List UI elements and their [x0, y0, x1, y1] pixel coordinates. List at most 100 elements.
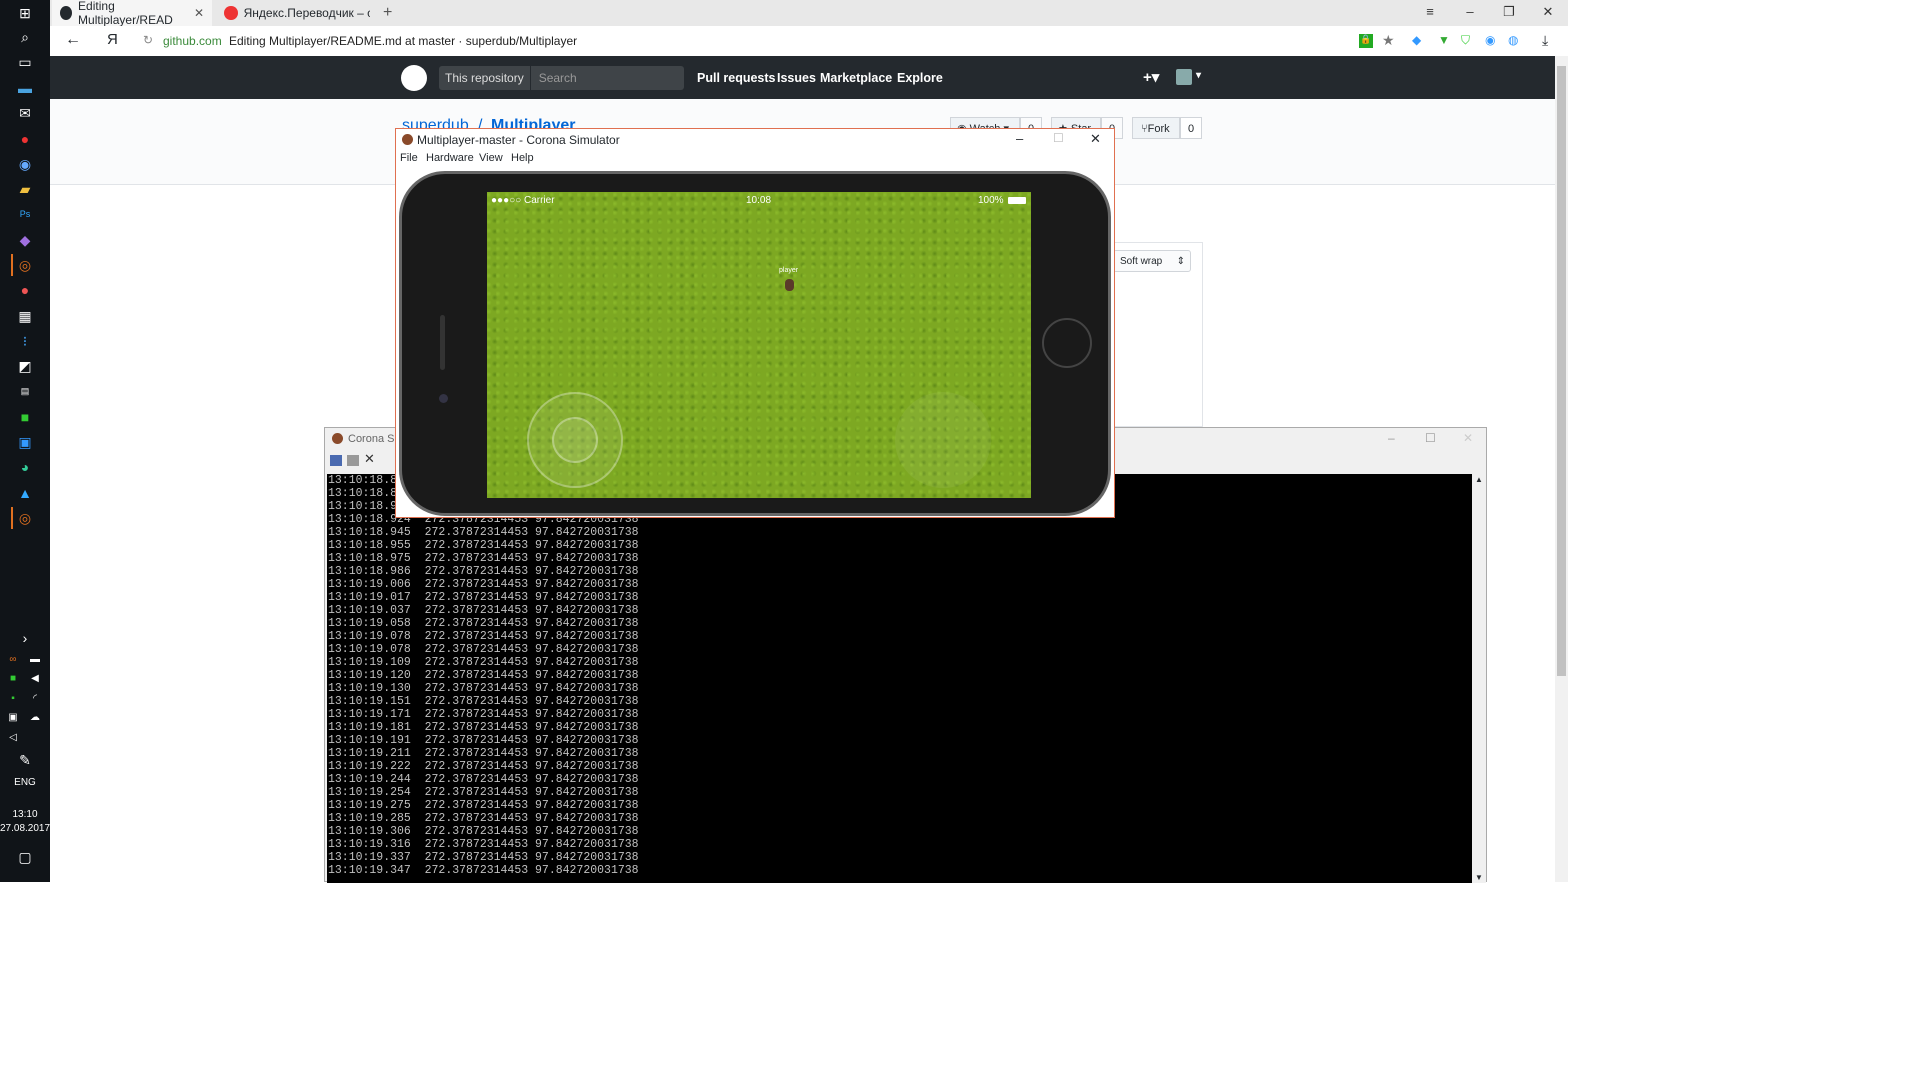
minimize-icon[interactable]: – — [1016, 131, 1023, 146]
extension-icon[interactable]: ◍ — [1508, 33, 1518, 47]
clock-time[interactable]: 13:10 — [0, 809, 50, 820]
tab-github[interactable]: Editing Multiplayer/READ ✕ — [52, 0, 212, 27]
minimize-icon[interactable]: – — [1460, 4, 1480, 19]
search-icon[interactable]: ⌕ — [13, 26, 37, 48]
tab-yandex-translate[interactable]: Яндекс.Переводчик – слов — [216, 0, 378, 26]
menu-hardware[interactable]: Hardware — [426, 152, 474, 164]
select-arrows-icon: ⇕ — [1176, 256, 1185, 267]
url-domain[interactable]: github.com — [163, 34, 222, 48]
extension-icon[interactable]: ◉ — [1485, 33, 1495, 47]
maximize-icon[interactable]: ☐ — [1053, 131, 1064, 145]
app-icon[interactable]: ▤ — [13, 380, 37, 402]
app-icon[interactable]: ● — [13, 279, 37, 301]
tray-icon[interactable]: ▣ — [4, 706, 22, 728]
visual-studio-icon[interactable]: ◆ — [13, 229, 37, 251]
pen-icon[interactable]: ✎ — [13, 749, 37, 771]
app-icon[interactable]: ▣ — [13, 431, 37, 453]
task-view-icon[interactable]: ▭ — [13, 51, 37, 73]
lock-icon[interactable]: 🔒 — [1359, 34, 1373, 48]
search-box[interactable]: This repository Search — [439, 66, 684, 90]
extension-icon[interactable]: ◆ — [1412, 33, 1421, 47]
photoshop-icon[interactable]: Ps — [13, 203, 37, 225]
iphone-skin: ●●●○○ Carrier 10:08 100% player — [399, 171, 1111, 516]
maximize-icon[interactable]: ☐ — [1425, 431, 1436, 445]
back-icon[interactable]: ← — [65, 31, 81, 49]
close-icon[interactable]: ✕ — [194, 6, 204, 20]
log-line: 13:10:19.109 272.37872314453 97.84272003… — [328, 656, 639, 669]
app-icon[interactable]: ■ — [13, 406, 37, 428]
fork-button[interactable]: ⑂Fork — [1132, 117, 1180, 139]
camera-icon — [439, 394, 448, 403]
star-icon[interactable]: ★ — [1382, 32, 1395, 49]
close-icon[interactable]: ✕ — [1538, 4, 1558, 20]
joystick-knob[interactable] — [552, 417, 598, 463]
log-line: 13:10:19.222 272.37872314453 97.84272003… — [328, 760, 639, 773]
search-input[interactable]: Search — [531, 71, 577, 85]
menu-file[interactable]: File — [400, 152, 418, 164]
yandex-logo[interactable]: Я — [107, 31, 118, 48]
tray-icon[interactable]: ■ — [4, 667, 22, 689]
app-icon[interactable]: ◕ — [13, 456, 37, 478]
nav-explore[interactable]: Explore — [897, 71, 943, 85]
trello-icon[interactable]: ⁝ — [13, 330, 37, 352]
clear-icon[interactable]: ✕ — [364, 451, 375, 467]
calculator-icon[interactable]: ▦ — [13, 305, 37, 327]
page-scrollbar[interactable] — [1555, 56, 1568, 882]
nav-pull-requests[interactable]: Pull requests — [697, 71, 776, 85]
windows-taskbar: ⊞ ⌕ ▭ ▬ ✉ ● ◉ ▰ Ps ◆ ◎ ● ▦ ⁝ ◩ ▤ ■ ▣ ◕ ▲… — [0, 0, 50, 882]
close-icon[interactable]: ✕ — [1463, 431, 1473, 445]
app-icon[interactable]: ▲ — [13, 482, 37, 504]
menu-help[interactable]: Help — [511, 152, 534, 164]
scroll-down-icon[interactable]: ▼ — [1475, 873, 1483, 882]
menu-view[interactable]: View — [479, 152, 503, 164]
scroll-up-icon[interactable]: ▲ — [1475, 475, 1483, 484]
avatar[interactable] — [1176, 69, 1192, 85]
chevron-down-icon[interactable]: ▾ — [1196, 70, 1201, 81]
address-bar: ← Я ↻ github.com Editing Multiplayer/REA… — [50, 26, 1568, 57]
language-indicator[interactable]: ENG — [0, 777, 50, 788]
clock-date[interactable]: 27.08.2017 — [0, 823, 50, 834]
console-output[interactable]: 13:10:18.88 13:10:18.89 13:10:18.9 13:10:18… — [327, 474, 1474, 883]
mail-icon[interactable]: ✉ — [13, 102, 37, 124]
volume-icon[interactable]: ◀ — [26, 667, 44, 689]
game-screen[interactable]: ●●●○○ Carrier 10:08 100% player — [487, 192, 1031, 498]
download-icon[interactable]: ⤓ — [1542, 32, 1548, 49]
restore-icon[interactable]: ❐ — [1499, 4, 1519, 20]
corona-icon[interactable]: ◎ — [11, 254, 37, 276]
close-icon[interactable]: ✕ — [1090, 131, 1101, 147]
plus-icon[interactable]: +▾ — [1143, 68, 1159, 86]
softwrap-select[interactable]: Soft wrap ⇕ — [1113, 250, 1191, 272]
nav-marketplace[interactable]: Marketplace — [820, 71, 892, 85]
log-line: 13:10:19.017 272.37872314453 97.84272003… — [328, 591, 639, 604]
windows-start-icon[interactable]: ⊞ — [13, 2, 37, 24]
reload-icon[interactable]: ↻ — [143, 33, 153, 47]
speaker-icon[interactable]: ◁ — [4, 726, 22, 748]
monitor-icon[interactable]: ▬ — [13, 77, 37, 99]
minimize-icon[interactable]: – — [1388, 431, 1395, 445]
nav-issues[interactable]: Issues — [777, 71, 816, 85]
status-carrier: ●●●○○ Carrier — [491, 195, 555, 206]
copy-icon[interactable] — [347, 455, 359, 466]
steam-icon[interactable]: ◉ — [13, 153, 37, 175]
home-button[interactable] — [1042, 318, 1092, 368]
folder-icon[interactable]: ▰ — [13, 178, 37, 200]
log-line: 13:10:19.037 272.37872314453 97.84272003… — [328, 604, 639, 617]
corona-icon[interactable]: ◎ — [11, 507, 37, 529]
url-title[interactable]: Editing Multiplayer/README.md at master … — [229, 34, 577, 48]
new-tab-icon[interactable]: + — [383, 4, 392, 22]
github-logo-icon[interactable] — [401, 65, 427, 91]
chevron-right-icon[interactable]: › — [13, 627, 37, 649]
scrollbar-thumb[interactable] — [1557, 66, 1566, 676]
joystick-right[interactable] — [895, 392, 991, 488]
menu-icon[interactable]: ≡ — [1420, 4, 1440, 19]
onedrive-icon[interactable]: ☁ — [26, 706, 44, 728]
save-icon[interactable] — [330, 455, 342, 466]
app-icon[interactable]: ◩ — [13, 355, 37, 377]
console-scrollbar[interactable]: ▲ ▼ — [1472, 474, 1486, 883]
joystick-left[interactable] — [527, 392, 623, 488]
fork-count[interactable]: 0 — [1180, 117, 1202, 139]
yandex-browser-icon[interactable]: ● — [13, 128, 37, 150]
extension-icon[interactable]: ▼ — [1438, 33, 1450, 47]
shield-icon[interactable]: ⛉ — [1461, 33, 1470, 48]
notifications-icon[interactable]: ▢ — [13, 846, 37, 868]
